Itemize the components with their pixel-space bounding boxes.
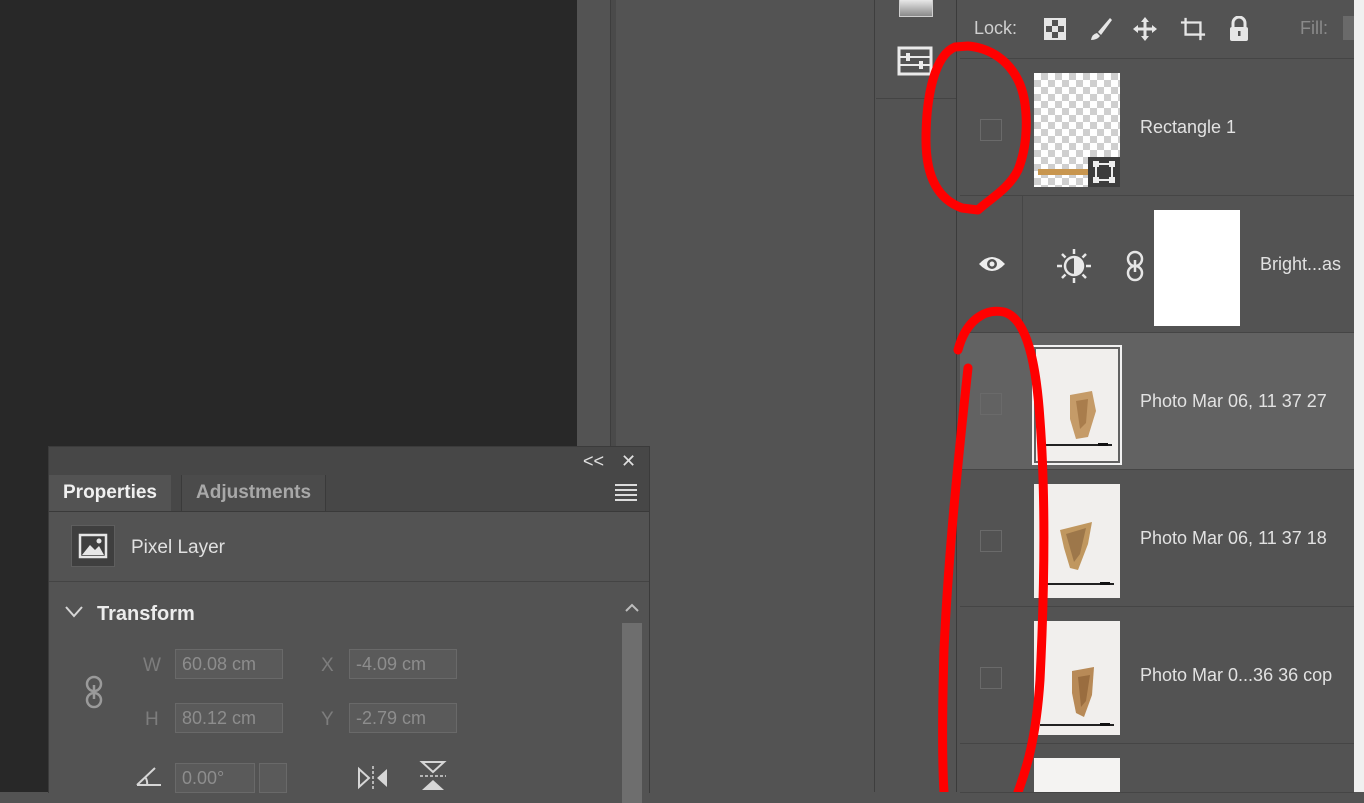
layer-row-photo-36-36-copy[interactable]: Photo Mar 0...36 36 cop bbox=[960, 607, 1354, 744]
layer-type-label: Pixel Layer bbox=[131, 537, 225, 558]
properties-panel-icon[interactable] bbox=[897, 44, 933, 78]
layer-row-partial[interactable] bbox=[960, 744, 1354, 793]
properties-panel-titlebar: << ✕ bbox=[49, 447, 649, 475]
width-field[interactable]: 60.08 cm bbox=[175, 649, 283, 679]
link-chain-icon[interactable] bbox=[1126, 250, 1144, 282]
window-edge bbox=[1354, 0, 1364, 792]
x-label: X bbox=[321, 655, 334, 676]
y-label: Y bbox=[321, 709, 334, 730]
layers-lock-row: Lock: Fill: bbox=[960, 0, 1363, 59]
row-divider bbox=[1022, 196, 1023, 332]
height-field[interactable]: 80.12 cm bbox=[175, 703, 283, 733]
layer-thumbnail bbox=[1034, 758, 1120, 792]
angle-confirm-button[interactable] bbox=[259, 763, 287, 793]
layer-thumbnail bbox=[1034, 621, 1120, 735]
photo-thumbnail-image bbox=[1034, 484, 1120, 598]
lock-all-icon[interactable] bbox=[1226, 16, 1252, 42]
toolstrip-separator bbox=[876, 98, 956, 99]
properties-panel: << ✕ Properties Adjustments Pixel Layer … bbox=[48, 446, 650, 803]
visibility-toggle[interactable] bbox=[980, 393, 1002, 415]
link-proportions-icon[interactable] bbox=[85, 675, 103, 709]
height-label: H bbox=[145, 709, 159, 730]
tab-properties[interactable]: Properties bbox=[49, 475, 171, 511]
layer-row-rectangle-1[interactable]: Rectangle 1 bbox=[960, 59, 1354, 196]
layer-mask-thumbnail[interactable] bbox=[1154, 210, 1240, 326]
photo-thumbnail-image bbox=[1034, 621, 1120, 735]
scroll-up-icon[interactable] bbox=[625, 601, 639, 615]
y-position-field[interactable]: -2.79 cm bbox=[349, 703, 457, 733]
fill-label: Fill: bbox=[1300, 18, 1328, 38]
visibility-toggle[interactable] bbox=[980, 119, 1002, 141]
scroll-thumb[interactable] bbox=[622, 623, 642, 803]
properties-tab-bar: Properties Adjustments bbox=[49, 475, 649, 512]
lock-transparent-pixels-icon[interactable] bbox=[1042, 16, 1068, 42]
layer-thumbnail bbox=[1034, 484, 1120, 598]
layer-name[interactable]: Photo Mar 0...36 36 cop bbox=[1140, 665, 1332, 686]
lock-position-icon[interactable] bbox=[1132, 16, 1158, 42]
photo-thumbnail-image bbox=[1036, 349, 1118, 461]
layer-thumbnail bbox=[1032, 345, 1122, 465]
layer-name[interactable]: Photo Mar 06, 11 37 18 bbox=[1140, 528, 1327, 549]
layer-name[interactable]: Bright...as bbox=[1260, 254, 1341, 275]
close-panel-button[interactable]: ✕ bbox=[621, 451, 636, 472]
layer-row-photo-37-27[interactable]: Photo Mar 06, 11 37 27 bbox=[960, 333, 1354, 470]
brightness-contrast-icon bbox=[1057, 249, 1091, 283]
pixel-layer-icon bbox=[71, 525, 115, 567]
layer-name[interactable]: Rectangle 1 bbox=[1140, 117, 1236, 138]
lock-artboard-icon[interactable] bbox=[1180, 16, 1206, 42]
gradient-swatch-icon[interactable] bbox=[899, 0, 933, 17]
layer-row-brightness-contrast[interactable]: Bright...as bbox=[960, 196, 1354, 333]
width-label: W bbox=[143, 655, 161, 676]
collapse-panel-button[interactable]: << bbox=[583, 451, 604, 472]
eye-icon[interactable] bbox=[978, 254, 1006, 274]
panel-icon-strip bbox=[874, 0, 957, 792]
layer-row-photo-37-18[interactable]: Photo Mar 06, 11 37 18 bbox=[960, 470, 1354, 607]
x-position-field[interactable]: -4.09 cm bbox=[349, 649, 457, 679]
chevron-down-icon[interactable] bbox=[65, 605, 83, 619]
angle-field[interactable]: 0.00° bbox=[175, 763, 255, 793]
lock-image-pixels-icon[interactable] bbox=[1088, 16, 1114, 42]
lock-label: Lock: bbox=[974, 18, 1018, 38]
visibility-toggle[interactable] bbox=[980, 530, 1002, 552]
shape-layer-badge-icon bbox=[1088, 157, 1120, 187]
layer-thumbnail bbox=[1034, 73, 1120, 187]
workspace-area bbox=[616, 0, 874, 792]
flip-vertical-icon[interactable] bbox=[419, 759, 447, 793]
panel-menu-icon[interactable] bbox=[615, 483, 637, 501]
visibility-toggle[interactable] bbox=[980, 667, 1002, 689]
properties-scrollbar[interactable] bbox=[619, 595, 645, 803]
layer-name[interactable]: Photo Mar 06, 11 37 27 bbox=[1140, 391, 1327, 412]
flip-horizontal-icon[interactable] bbox=[355, 765, 391, 791]
transform-section-title[interactable]: Transform bbox=[97, 603, 195, 626]
layer-type-row: Pixel Layer bbox=[49, 511, 649, 582]
angle-icon bbox=[136, 767, 161, 786]
tab-adjustments[interactable]: Adjustments bbox=[181, 475, 327, 511]
